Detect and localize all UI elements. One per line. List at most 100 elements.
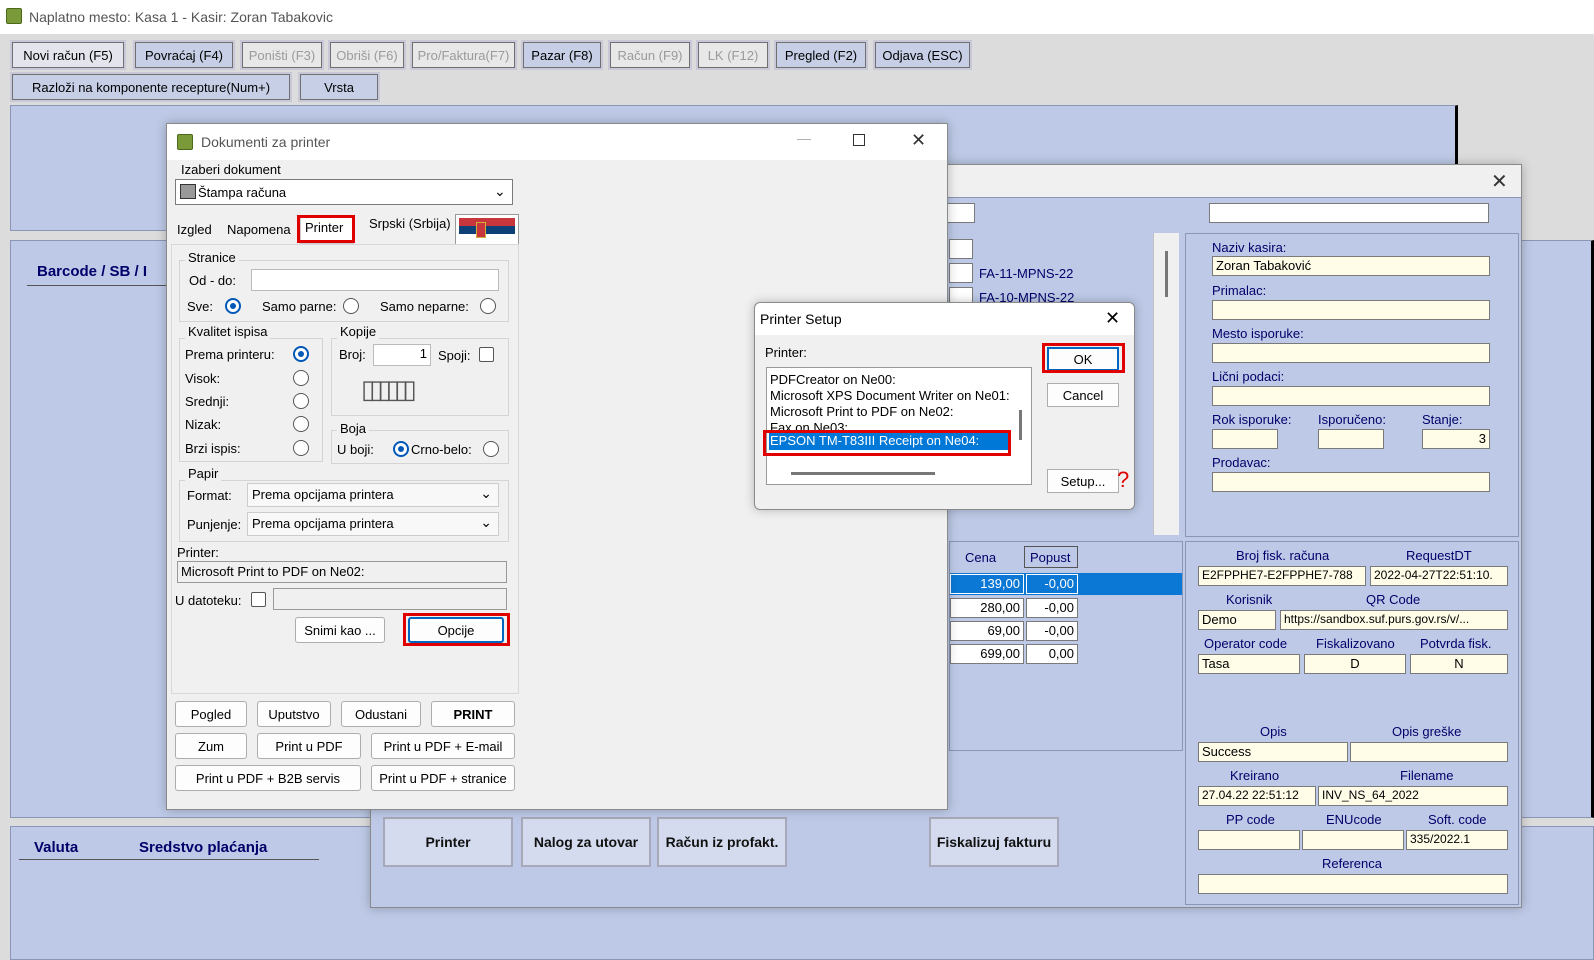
printer-list[interactable]: PDFCreator on Ne00: Microsoft XPS Docume… bbox=[766, 367, 1032, 485]
opis-field[interactable]: Success bbox=[1198, 742, 1348, 762]
vertical-scrollbar[interactable] bbox=[1019, 410, 1022, 440]
cancel-invoice-button[interactable]: Poništi (F3) bbox=[240, 40, 324, 70]
licni-podaci-field[interactable] bbox=[1212, 386, 1490, 406]
brzi-ispis-radio[interactable] bbox=[293, 440, 309, 456]
rok-isporuke-field[interactable] bbox=[1212, 429, 1278, 449]
pp-code-field[interactable] bbox=[1198, 830, 1300, 850]
price-cell[interactable]: 280,00 bbox=[950, 598, 1024, 618]
tab-napomena[interactable]: Napomena bbox=[227, 222, 291, 237]
u-boji-radio[interactable] bbox=[393, 441, 409, 457]
operator-code-field[interactable]: Tasa bbox=[1198, 654, 1300, 674]
spoji-checkbox[interactable] bbox=[479, 347, 494, 362]
referenca-field[interactable] bbox=[1198, 874, 1508, 894]
file-path-input[interactable] bbox=[273, 588, 507, 610]
print-pdf-email-button[interactable]: Print u PDF + E-mail bbox=[371, 733, 515, 759]
print-pdf-b2b-button[interactable]: Print u PDF + B2B servis bbox=[175, 765, 361, 791]
visok-radio[interactable] bbox=[293, 370, 309, 386]
save-as-button[interactable]: Snimi kao ... bbox=[295, 617, 385, 643]
printer-option[interactable]: PDFCreator on Ne00: bbox=[770, 372, 896, 387]
horizontal-scrollbar[interactable] bbox=[791, 472, 935, 475]
price-cell[interactable]: 139,00 bbox=[950, 574, 1024, 594]
mesto-isporuke-field[interactable] bbox=[1212, 343, 1490, 363]
request-dt-field[interactable]: 2022-04-27T22:51:10. bbox=[1370, 566, 1508, 586]
scrollbar[interactable] bbox=[1153, 233, 1179, 535]
price-cell[interactable]: 699,00 bbox=[950, 644, 1024, 664]
discount-cell[interactable]: -0,00 bbox=[1026, 598, 1078, 618]
fiskalizovano-field[interactable]: D bbox=[1304, 654, 1406, 674]
maximize-icon[interactable] bbox=[853, 134, 865, 146]
qr-code-field[interactable]: https://sandbox.suf.purs.gov.rs/v/... bbox=[1280, 610, 1508, 630]
punjenje-select[interactable]: Prema opcijama printera ⌄ bbox=[247, 512, 499, 536]
prema-printeru-radio[interactable] bbox=[293, 346, 309, 362]
stanje-field[interactable]: 3 bbox=[1422, 429, 1490, 449]
setup-titlebar: Printer Setup ✕ bbox=[755, 303, 1134, 335]
flag-icon[interactable] bbox=[455, 214, 519, 246]
nalog-za-utovar-button[interactable]: Nalog za utovar bbox=[521, 817, 651, 867]
dialog-titlebar: Dokumenti za printer — ✕ bbox=[167, 124, 947, 160]
printer-option[interactable]: Microsoft XPS Document Writer on Ne01: bbox=[770, 388, 1010, 403]
filename-field[interactable]: INV_NS_64_2022 bbox=[1318, 786, 1508, 806]
scroll-thumb[interactable] bbox=[1165, 251, 1168, 297]
printer-option[interactable]: Fax on Ne03: bbox=[770, 420, 848, 430]
primalac-field[interactable] bbox=[1212, 300, 1490, 320]
lk-button[interactable]: LK (F12) bbox=[696, 40, 770, 70]
samo-neparne-radio[interactable] bbox=[480, 298, 496, 314]
enu-code-field[interactable] bbox=[1302, 830, 1404, 850]
minimize-icon[interactable]: — bbox=[797, 130, 811, 146]
discount-cell[interactable]: -0,00 bbox=[1026, 621, 1078, 641]
close-icon[interactable]: ✕ bbox=[911, 130, 926, 151]
soft-code-field[interactable]: 335/2022.1 bbox=[1406, 830, 1508, 850]
discount-cell[interactable]: 0,00 bbox=[1026, 644, 1078, 664]
printer-setup-dialog: Printer Setup ✕ Printer: PDFCreator on N… bbox=[754, 302, 1135, 510]
discount-cell[interactable]: -0,00 bbox=[1026, 574, 1078, 594]
broj-kopija-input[interactable]: 1 bbox=[373, 344, 431, 366]
top-field-right[interactable] bbox=[1209, 203, 1489, 223]
kreirano-field[interactable]: 27.04.22 22:51:12 bbox=[1198, 786, 1316, 806]
primalac-label: Primalac: bbox=[1212, 283, 1267, 298]
setup-button[interactable]: Setup... bbox=[1047, 469, 1119, 493]
fiskalizuj-fakturu-button[interactable]: Fiskalizuj fakturu bbox=[929, 817, 1059, 867]
srednji-radio[interactable] bbox=[293, 393, 309, 409]
print-pdf-pages-button[interactable]: Print u PDF + stranice bbox=[371, 765, 515, 791]
proforma-button[interactable]: Pro/Faktura(F7) bbox=[410, 40, 517, 70]
u-datoteku-checkbox[interactable] bbox=[251, 592, 266, 607]
decompose-recipe-button[interactable]: Razloži na komponente recepture(Num+) bbox=[10, 72, 292, 102]
pazar-button[interactable]: Pazar (F8) bbox=[521, 40, 603, 70]
od-do-input[interactable] bbox=[251, 269, 499, 291]
zoom-button[interactable]: Zum bbox=[175, 733, 247, 759]
cancel-button[interactable]: Odustani bbox=[341, 701, 421, 727]
opis-greske-field[interactable] bbox=[1350, 742, 1508, 762]
print-pdf-button[interactable]: Print u PDF bbox=[257, 733, 361, 759]
samo-parne-radio[interactable] bbox=[343, 298, 359, 314]
printer-option[interactable]: Microsoft Print to PDF on Ne02: bbox=[770, 404, 954, 419]
overview-button[interactable]: Pregled (F2) bbox=[774, 40, 868, 70]
close-icon[interactable]: ✕ bbox=[1105, 308, 1120, 329]
new-invoice-button[interactable]: Novi račun (F5) bbox=[10, 40, 126, 70]
naziv-kasira-field[interactable]: Zoran Tabaković bbox=[1212, 256, 1490, 276]
korisnik-field[interactable]: Demo bbox=[1198, 610, 1276, 630]
preview-button[interactable]: Pogled bbox=[175, 701, 247, 727]
delete-button[interactable]: Obriši (F6) bbox=[328, 40, 406, 70]
prodavac-field[interactable] bbox=[1212, 472, 1490, 492]
racun-iz-profakture-button[interactable]: Račun iz profakt. bbox=[657, 817, 787, 867]
price-cell[interactable]: 69,00 bbox=[950, 621, 1024, 641]
cancel-button[interactable]: Cancel bbox=[1047, 383, 1119, 407]
logout-button[interactable]: Odjava (ESC) bbox=[873, 40, 972, 70]
format-select[interactable]: Prema opcijama printera ⌄ bbox=[247, 483, 499, 507]
broj-fisk-field[interactable]: E2FPPHE7-E2FPPHE7-788 bbox=[1198, 566, 1366, 586]
instructions-button[interactable]: Uputstvo bbox=[257, 701, 331, 727]
doc-item[interactable]: FA-11-MPNS-22 bbox=[979, 266, 1073, 281]
invoice-button[interactable]: Račun (F9) bbox=[608, 40, 692, 70]
sve-radio[interactable] bbox=[225, 298, 241, 314]
close-icon[interactable]: ✕ bbox=[1491, 169, 1508, 194]
document-select[interactable]: Štampa računa ⌄ bbox=[175, 179, 513, 205]
potvrda-fisk-field[interactable]: N bbox=[1410, 654, 1508, 674]
vrsta-button[interactable]: Vrsta bbox=[298, 72, 380, 102]
printer-button[interactable]: Printer bbox=[383, 817, 513, 867]
isporuceno-field[interactable] bbox=[1318, 429, 1384, 449]
tab-izgled[interactable]: Izgled bbox=[177, 222, 212, 237]
refund-button[interactable]: Povraćaj (F4) bbox=[133, 40, 235, 70]
nizak-radio[interactable] bbox=[293, 416, 309, 432]
print-button[interactable]: PRINT bbox=[431, 701, 515, 727]
crno-belo-radio[interactable] bbox=[483, 441, 499, 457]
